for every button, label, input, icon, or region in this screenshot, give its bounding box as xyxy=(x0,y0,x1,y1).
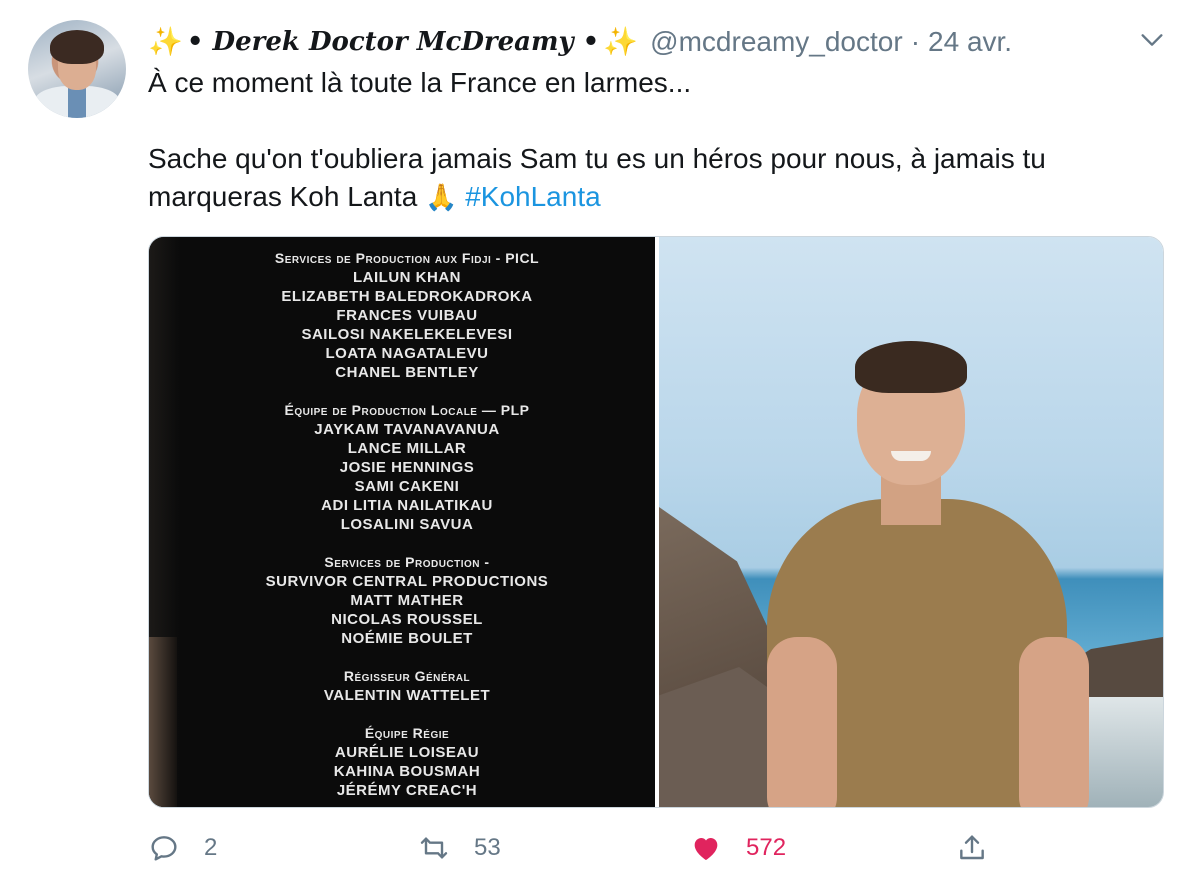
tweet-text: À ce moment là toute la France en larmes… xyxy=(148,64,1158,216)
avatar-hair xyxy=(50,30,104,64)
credit-name: KAHINA BOUSMAH xyxy=(333,763,481,780)
praying-hands-emoji: 🙏 xyxy=(425,182,458,212)
chevron-down-icon[interactable] xyxy=(1138,26,1166,54)
credit-name: JOSIE HENNINGS xyxy=(339,459,475,476)
hashtag-link[interactable]: #KohLanta xyxy=(465,181,600,212)
reply-icon xyxy=(151,836,177,861)
tweet-text-line-1: À ce moment là toute la France en larmes… xyxy=(148,67,692,98)
tweet-text-line-2: Sache qu'on t'oubliera jamais Sam tu es … xyxy=(148,143,1046,174)
credit-heading: Régisseur Général xyxy=(343,668,471,684)
credit-heading: Services de Production aux Fidji - PICL xyxy=(274,250,540,266)
tweet-header: ✨ • Derek Doctor McDreamy • ✨ @mcdreamy_… xyxy=(148,22,1012,62)
tweet-text-line-3-text: marqueras Koh Lanta xyxy=(148,181,418,212)
like-button[interactable]: 572 xyxy=(690,826,786,870)
tweet-text-line-3: marqueras Koh Lanta 🙏 #KohLanta xyxy=(148,178,1158,216)
sparkle-right: ✨ xyxy=(603,26,639,57)
reply-button[interactable]: 2 xyxy=(148,826,217,870)
credit-name: MATT MATHER xyxy=(350,592,464,609)
credit-name: NICOLAS ROUSSEL xyxy=(331,611,483,628)
credit-name: SAILOSI NAKELEKELEVESI xyxy=(301,326,513,343)
credit-heading: Équipe Régie xyxy=(364,725,450,741)
sparkle-left: ✨ xyxy=(148,26,183,57)
credit-name: LANCE MILLAR xyxy=(347,440,467,457)
portrait-image[interactable] xyxy=(659,237,1163,807)
avatar[interactable] xyxy=(28,20,126,118)
credit-heading: Services de Production - xyxy=(324,554,490,570)
retweet-icon xyxy=(420,837,448,859)
credit-name: JÉRÉMY CREAC'H xyxy=(336,782,478,799)
tweet-actions: 2 53 572 xyxy=(148,826,1178,870)
retweet-button[interactable]: 53 xyxy=(418,826,501,870)
credit-name: CHANEL BENTLEY xyxy=(335,364,479,381)
credit-name: LOSALINI SAVUA xyxy=(340,516,474,533)
share-button[interactable] xyxy=(956,826,988,870)
credit-name: SURVIVOR CENTRAL PRODUCTIONS xyxy=(265,573,549,590)
credit-name: FRANCES VUIBAU xyxy=(336,307,478,324)
credit-name: JAYKAM TAVANAVANUA xyxy=(314,421,500,438)
credit-name: LAILUN KHAN xyxy=(353,269,461,286)
heart-icon xyxy=(694,838,718,860)
tweet-date[interactable]: 24 avr. xyxy=(928,26,1012,58)
credit-name: SAMI CAKENI xyxy=(354,478,460,495)
credit-name: VALENTIN WATTELET xyxy=(323,687,491,704)
separator-dot: · xyxy=(910,26,921,57)
credits-text: Services de Production aux Fidji - PICL L… xyxy=(179,249,635,800)
retweet-count: 53 xyxy=(474,834,501,861)
credit-name: ELIZABETH BALEDROKADROKA xyxy=(281,288,533,305)
avatar-shirt xyxy=(68,86,86,118)
credit-heading: Équipe de Production Locale — PLP xyxy=(284,402,530,418)
share-icon xyxy=(960,835,984,860)
credits-image[interactable]: Services de Production aux Fidji - PICL L… xyxy=(149,237,655,807)
reply-count: 2 xyxy=(204,834,218,861)
display-name[interactable]: • Derek Doctor McDreamy • xyxy=(187,27,599,57)
like-count: 572 xyxy=(746,834,787,861)
credit-name: NOÉMIE BOULET xyxy=(341,630,473,647)
credit-name: LOATA NAGATALEVU xyxy=(325,345,489,362)
tweet-media[interactable]: Services de Production aux Fidji - PICL L… xyxy=(148,236,1164,808)
credit-name: AURÉLIE LOISEAU xyxy=(334,744,480,761)
user-handle[interactable]: @mcdreamy_doctor xyxy=(650,26,903,58)
credit-name: ADI LITIA NAILATIKAU xyxy=(321,497,493,514)
